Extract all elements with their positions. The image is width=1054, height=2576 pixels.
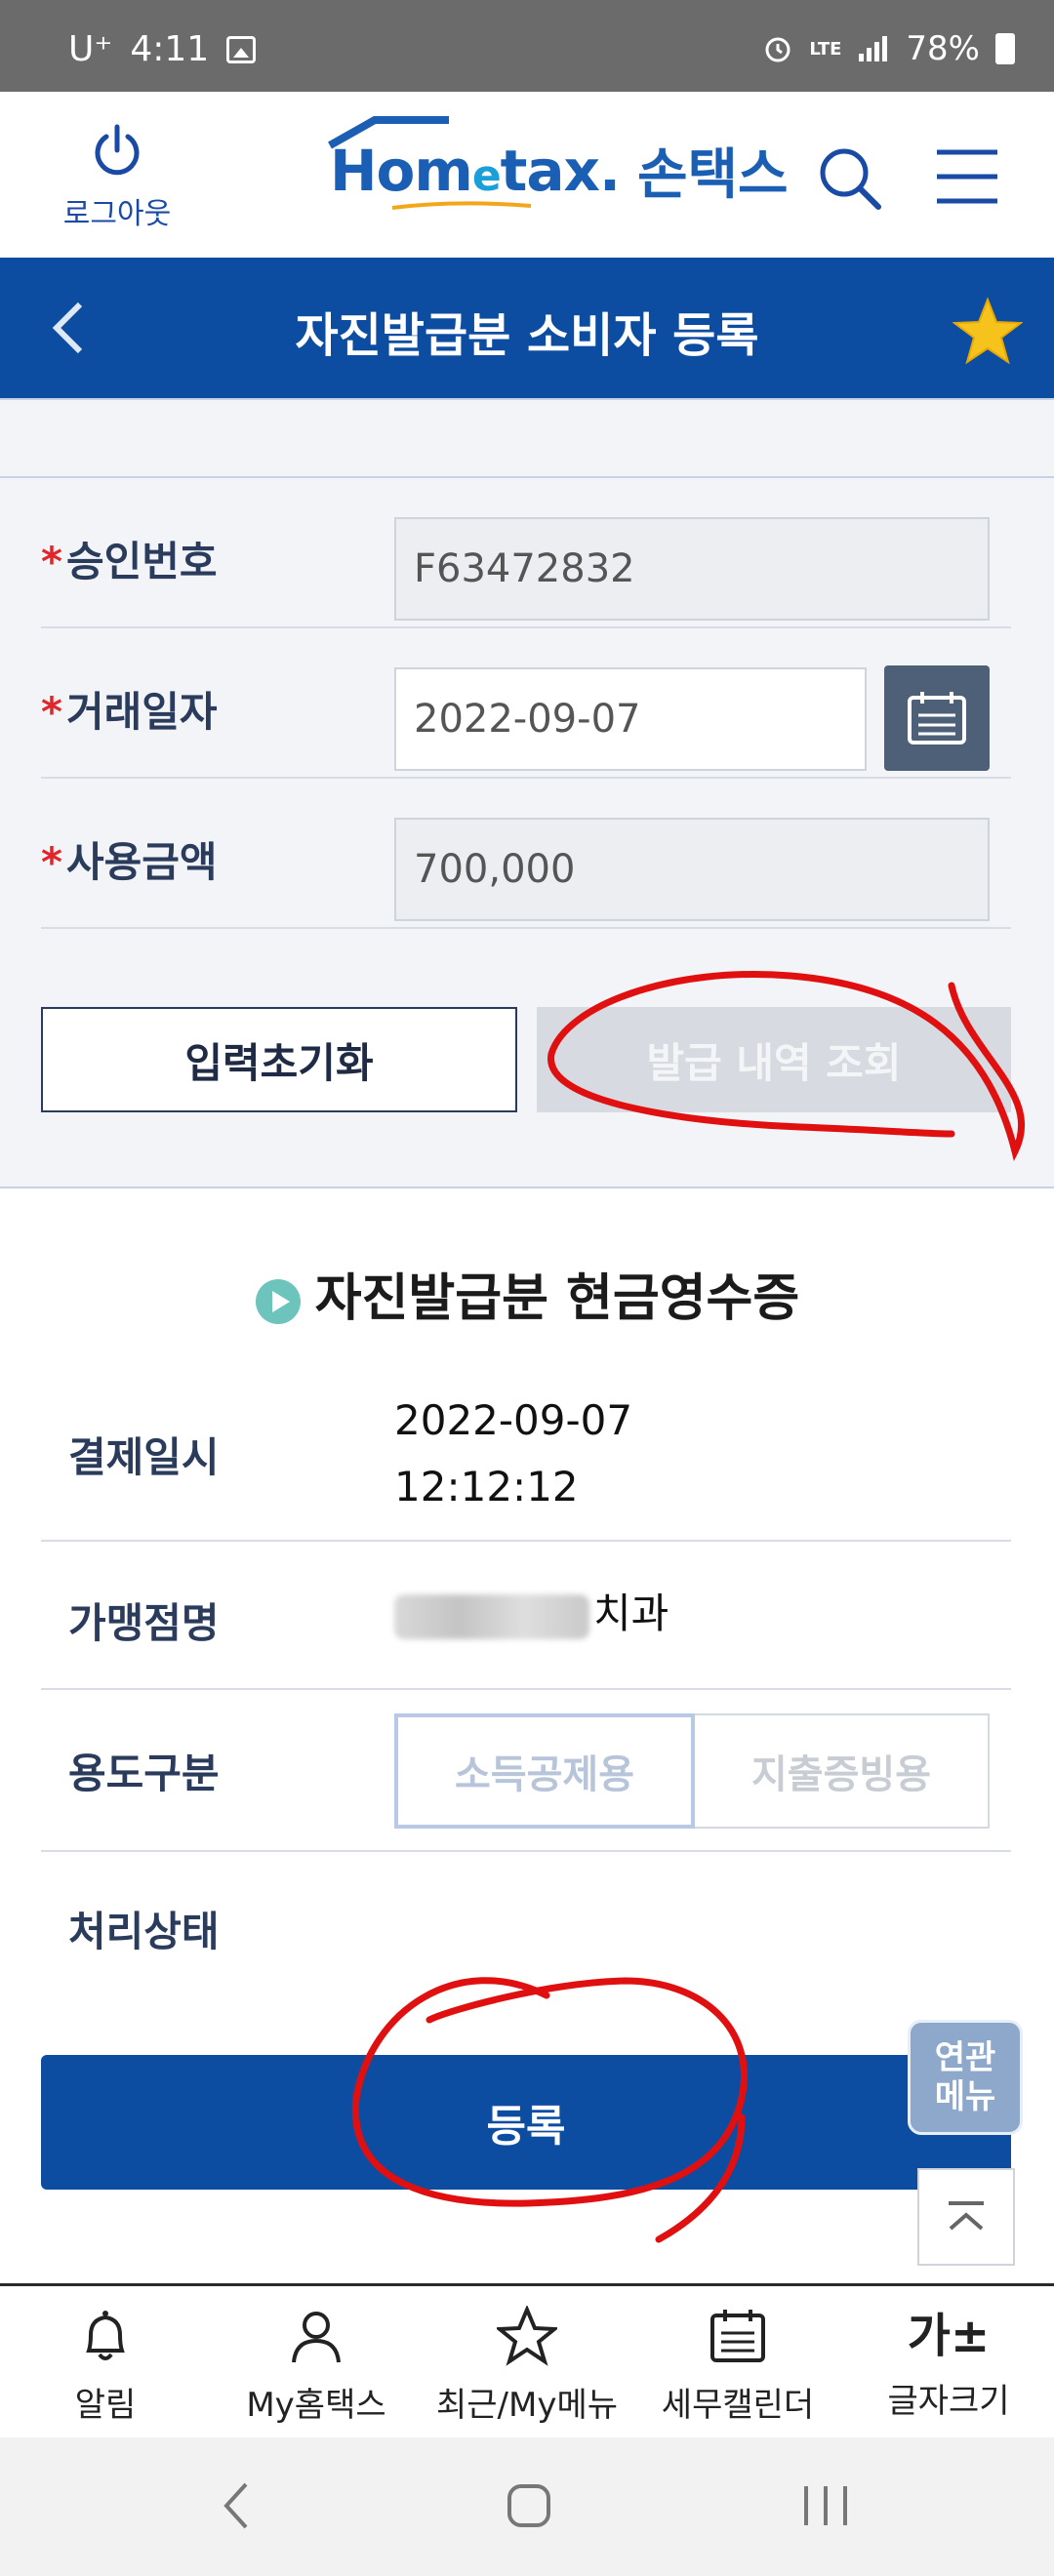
status-time: 4:11 — [130, 29, 210, 69]
carrier-label: U⁺ — [68, 29, 113, 69]
related-menu-button[interactable]: 연관 메뉴 — [908, 2020, 1023, 2135]
usage-type-toggle: 소득공제용 지출증빙용 — [394, 1713, 990, 1829]
payment-time: 12:12:12 — [394, 1463, 579, 1510]
processing-status-row: 처리상태 — [41, 1852, 1011, 2008]
receipt-title: 자진발급분 현금영수증 — [0, 1257, 1054, 1330]
battery-percent: 78% — [906, 29, 980, 68]
amount-input[interactable]: 700,000 — [394, 818, 990, 921]
approval-number-input[interactable]: F63472832 — [394, 517, 990, 621]
approval-number-row: *승인번호 F63472832 — [41, 478, 1011, 628]
payment-date: 2022-09-07 — [394, 1396, 633, 1444]
play-circle-icon — [255, 1279, 301, 1324]
logo-swoosh — [391, 200, 532, 210]
usage-option-expense-proof[interactable]: 지출증빙용 — [695, 1713, 990, 1829]
logo-korean: 손택스 — [636, 143, 789, 207]
star-icon — [952, 297, 1024, 365]
usage-type-label: 용도구분 — [68, 1750, 220, 1797]
amount-label: *사용금액 — [41, 838, 218, 886]
calendar-button[interactable] — [884, 665, 990, 771]
related-menu-label-1: 연관 — [934, 2038, 996, 2077]
system-back-button[interactable] — [217, 2476, 256, 2539]
star-outline-icon — [494, 2304, 560, 2366]
redacted-merchant-name — [394, 1593, 589, 1639]
system-recents-button[interactable] — [800, 2482, 851, 2533]
query-history-button[interactable]: 발급 내역 조회 — [537, 1007, 1011, 1112]
merchant-value: 치과 — [394, 1581, 669, 1647]
calendar-outline-icon — [710, 2310, 765, 2362]
nav-tax-calendar[interactable]: 세무캘린더 — [632, 2286, 843, 2437]
transaction-date-input[interactable]: 2022-09-07 — [394, 667, 867, 771]
amount-row: *사용금액 700,000 — [41, 779, 1011, 929]
nav-label-font-size: 글자크기 — [887, 2382, 1010, 2421]
system-home-icon — [507, 2484, 550, 2527]
power-icon — [95, 124, 140, 176]
page-title-bar: 자진발급분 소비자 등록 — [0, 258, 1054, 398]
calendar-icon — [908, 692, 966, 745]
processing-status-label: 처리상태 — [68, 1908, 220, 1955]
logout-button[interactable]: 로그아웃 — [49, 121, 185, 232]
payment-datetime-value: 2022-09-07 12:12:12 — [394, 1388, 632, 1520]
nav-label-notifications: 알림 — [74, 2386, 137, 2425]
search-icon — [820, 148, 881, 210]
battery-icon — [995, 33, 1015, 64]
related-menu-label-2: 메뉴 — [934, 2077, 996, 2116]
usage-option-income-deduction[interactable]: 소득공제용 — [394, 1713, 695, 1829]
system-recents-icon — [804, 2486, 847, 2525]
menu-button[interactable] — [935, 146, 999, 211]
nav-my-hometax[interactable]: My홈택스 — [211, 2286, 422, 2437]
status-bar: U⁺ 4:11 LTE 78% — [0, 0, 1054, 92]
bell-icon — [86, 2311, 125, 2360]
system-navigation-bar — [0, 2437, 1054, 2576]
transaction-date-label: *거래일자 — [41, 688, 218, 736]
house-roof-icon — [328, 115, 449, 148]
network-label: LTE — [809, 38, 842, 60]
form-top-spacer — [0, 400, 1054, 478]
reset-button[interactable]: 입력초기화 — [41, 1007, 517, 1112]
nav-notifications[interactable]: 알림 — [0, 2286, 211, 2437]
person-icon — [292, 2312, 341, 2363]
merchant-row: 가맹점명 치과 — [41, 1542, 1011, 1690]
merchant-label: 가맹점명 — [68, 1599, 220, 1647]
search-button[interactable] — [816, 144, 884, 217]
approval-number-label: *승인번호 — [41, 538, 218, 585]
hamburger-menu-icon — [937, 149, 997, 204]
transaction-date-row: *거래일자 2022-09-07 — [41, 628, 1011, 779]
image-notification-icon — [226, 35, 257, 63]
nav-label-my-hometax: My홈택스 — [246, 2386, 386, 2425]
nav-font-size[interactable]: 가± 글자크기 — [843, 2286, 1054, 2437]
scroll-top-button[interactable] — [917, 2168, 1015, 2266]
nav-label-tax-calendar: 세무캘린더 — [661, 2386, 815, 2425]
usage-type-row: 용도구분 소득공제용 지출증빙용 — [41, 1690, 1011, 1852]
alarm-icon — [765, 37, 790, 62]
bottom-navigation: 알림 My홈택스 최근/My메뉴 세무캘린더 가± 글자크기 — [0, 2283, 1054, 2437]
logout-label: 로그아웃 — [62, 197, 172, 231]
nav-recent-my-menu[interactable]: 최근/My메뉴 — [422, 2286, 632, 2437]
system-home-button[interactable] — [506, 2482, 552, 2533]
font-size-icon: 가± — [907, 2309, 991, 2363]
signal-icon — [859, 36, 888, 61]
page-title: 자진발급분 소비자 등록 — [295, 308, 759, 363]
search-form: *승인번호 F63472832 *거래일자 2022-09-07 *사용금액 7… — [0, 398, 1054, 1187]
app-header: 로그아웃 Hometax. 손택스 — [0, 92, 1054, 258]
system-back-icon — [223, 2482, 248, 2529]
payment-datetime-label: 결제일시 — [68, 1433, 220, 1481]
favorite-button[interactable] — [952, 297, 1024, 369]
payment-datetime-row: 결제일시 2022-09-07 12:12:12 — [41, 1358, 1011, 1542]
register-button[interactable]: 등록 — [41, 2055, 1011, 2190]
hometax-logo[interactable]: Hometax. 손택스 — [328, 115, 789, 210]
nav-label-recent-my-menu: 최근/My메뉴 — [435, 2386, 619, 2425]
scroll-top-icon — [949, 2201, 984, 2231]
cash-receipt-panel: 자진발급분 현금영수증 결제일시 2022-09-07 12:12:12 가맹점… — [0, 1187, 1054, 2283]
